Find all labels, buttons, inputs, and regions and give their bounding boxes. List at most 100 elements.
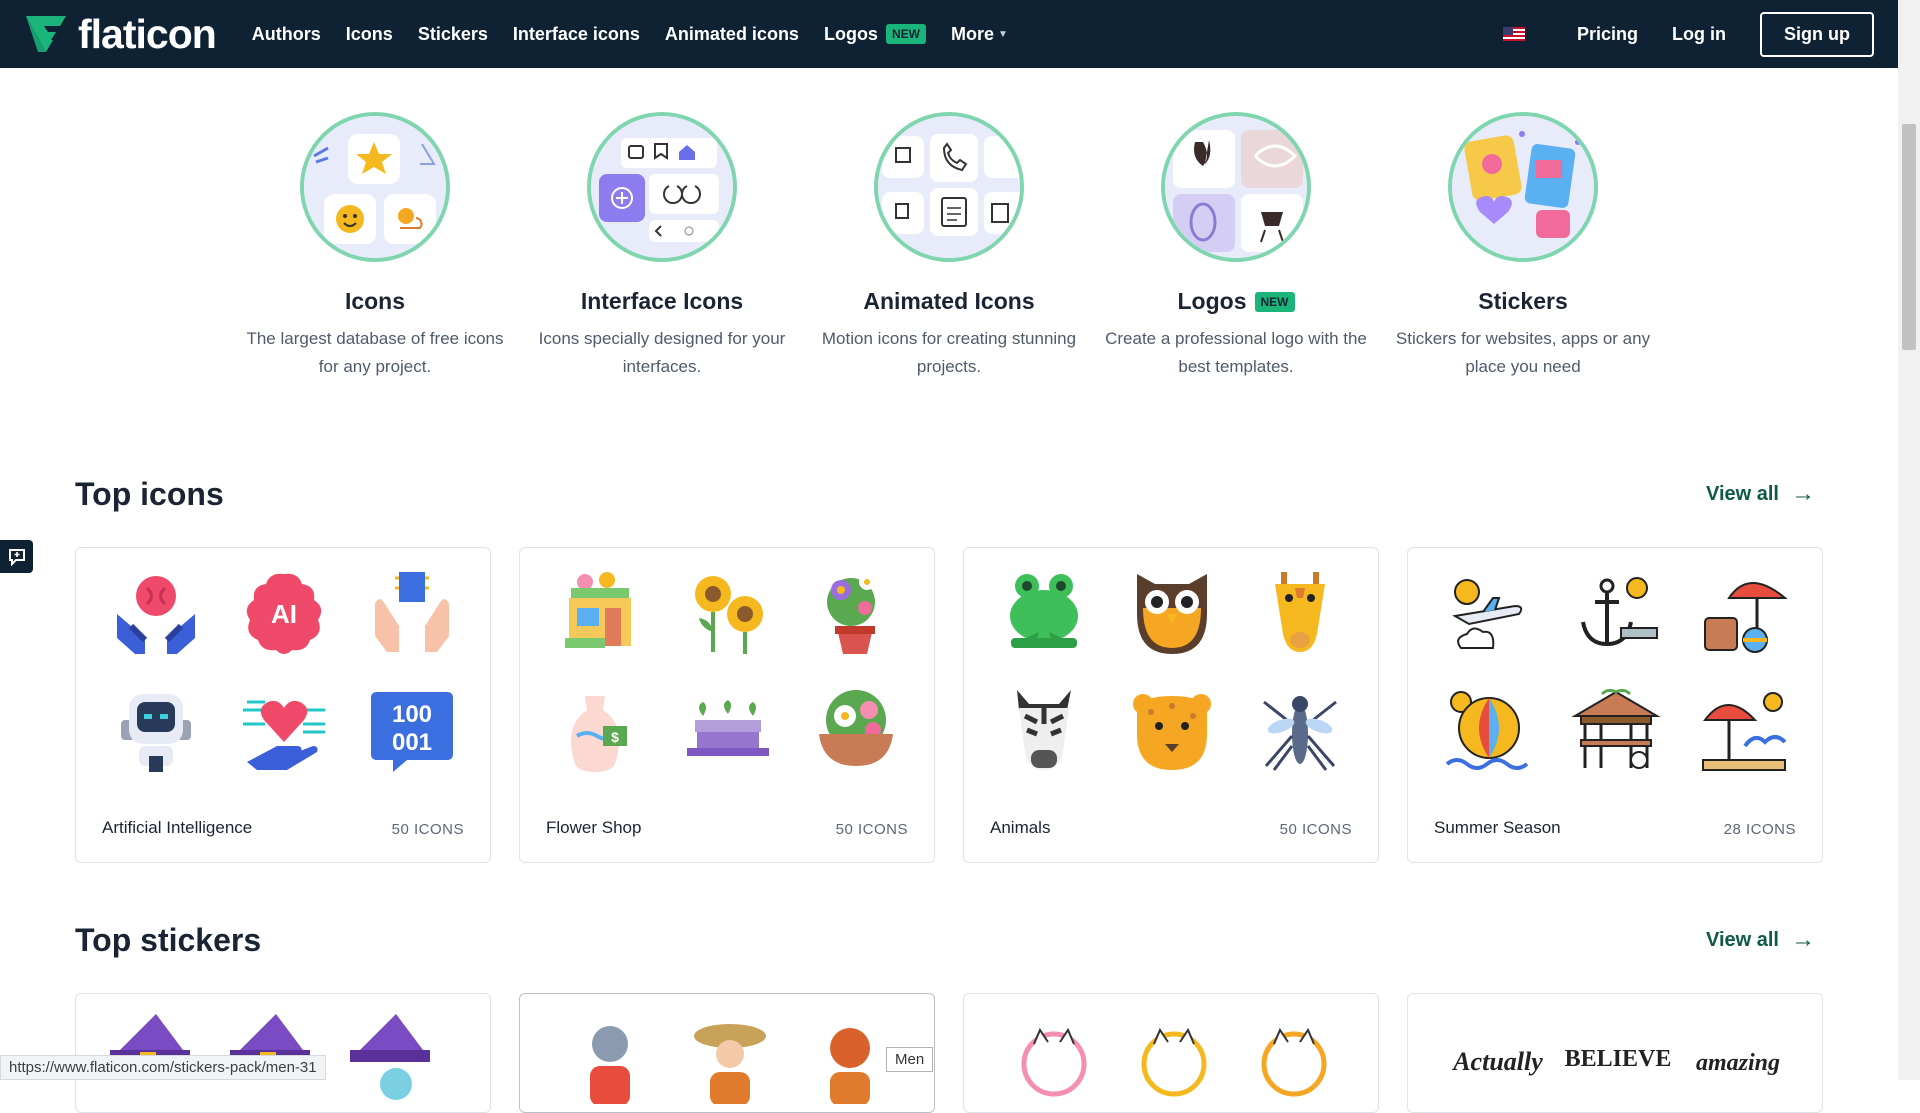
nav-animated-icons[interactable]: Animated icons (665, 24, 799, 45)
signup-button[interactable]: Sign up (1760, 11, 1874, 57)
icon-pack-card-flower-shop[interactable]: $ Flower Shop 50 ICONS (519, 547, 935, 863)
svg-text:100: 100 (392, 701, 432, 728)
chip-hands-icon (362, 568, 462, 658)
svg-text:AI: AI (271, 599, 297, 629)
interface-icons-category-illustration (587, 112, 737, 262)
hover-tooltip: Men (886, 1047, 934, 1072)
new-badge: NEW (885, 24, 926, 44)
sticker-pack-card-cats[interactable] (963, 993, 1379, 1113)
brain-hands-icon (106, 568, 206, 658)
top-icons-heading: Top icons (75, 476, 224, 512)
category-title: Animated Icons (863, 288, 1035, 314)
svg-text:Actually: Actually (1451, 1047, 1543, 1076)
icon-pack-count: 50 ICONS (1279, 821, 1352, 838)
icon-pack-count: 50 ICONS (835, 821, 908, 838)
sticker-pack-card-men[interactable] (519, 993, 935, 1113)
feedback-button[interactable] (0, 540, 33, 573)
mosquito-icon (1250, 686, 1350, 776)
top-stickers-view-all-link[interactable]: View all → (1706, 926, 1815, 954)
icon-pack-name: Flower Shop (546, 818, 642, 837)
page-scrollbar[interactable] (1898, 0, 1920, 1080)
nav-interface-icons[interactable]: Interface icons (513, 24, 640, 45)
icon-pack-card-artificial-intelligence[interactable]: AI 100 001 Artificial Intelligence 50 IC… (75, 547, 491, 863)
frog-icon (994, 568, 1094, 658)
nav-icons[interactable]: Icons (346, 24, 393, 45)
new-badge: NEW (1254, 291, 1295, 312)
flower-basket-icon (806, 686, 906, 776)
anchor-icon (1566, 568, 1666, 658)
icon-pack-preview-grid (1438, 568, 1794, 776)
logos-category-illustration (1161, 112, 1311, 262)
feedback-chat-icon (8, 548, 25, 566)
nav-authors[interactable]: Authors (252, 24, 321, 45)
category-icons[interactable]: Icons The largest database of free icons… (235, 112, 515, 381)
giraffe-icon (1250, 568, 1350, 658)
icon-pack-name: Summer Season (1434, 818, 1561, 837)
seedling-planter-icon (678, 686, 778, 776)
nav-more-label: More (950, 23, 994, 44)
icon-pack-preview-grid: $ (550, 568, 906, 776)
heart-hand-icon (234, 686, 334, 776)
lettering-stickers-preview: Actually BELIEVE amazing (1451, 1046, 1780, 1076)
svg-text:$: $ (611, 729, 619, 745)
flower-vase-icon: $ (550, 686, 650, 776)
nav-logos-label: Logos (823, 23, 878, 44)
top-navigation-bar: flaticon Authors Icons Stickers Interfac… (0, 0, 1898, 68)
animated-icons-category-illustration (874, 112, 1024, 262)
sticker-pack-card-witches[interactable] (75, 993, 491, 1113)
beach-ball-icon (1438, 686, 1538, 776)
category-title: Interface Icons (580, 288, 744, 314)
top-stickers-heading: Top stickers (75, 922, 262, 958)
flower-store-icon (550, 568, 650, 658)
nav-logos[interactable]: Logos NEW (824, 24, 926, 45)
category-interface-icons[interactable]: Interface Icons Icons specially designed… (522, 112, 802, 381)
beach-hut-icon (1566, 686, 1666, 776)
icon-pack-name: Artificial Intelligence (102, 818, 253, 837)
icon-pack-preview-grid (994, 568, 1350, 776)
beach-umbrella-waves-icon (1694, 686, 1794, 776)
airplane-sun-icon (1438, 568, 1538, 658)
us-flag-icon[interactable] (1503, 27, 1525, 41)
svg-text:amazing: amazing (1696, 1050, 1780, 1076)
category-description: The largest database of free icons for a… (246, 329, 504, 376)
nav-stickers[interactable]: Stickers (418, 24, 488, 45)
beach-umbrella-luggage-icon (1694, 568, 1794, 658)
category-description: Icons specially designed for your interf… (538, 329, 786, 376)
leopard-icon (1122, 686, 1222, 776)
owl-icon (1122, 568, 1222, 658)
view-all-label: View all (1705, 482, 1779, 505)
nav-more[interactable]: More ▼ (951, 24, 1008, 45)
category-animated-icons[interactable]: Animated Icons Motion icons for creating… (809, 112, 1089, 381)
flaticon-logo[interactable]: flaticon (24, 10, 217, 58)
icon-pack-preview-grid: AI 100 001 (106, 568, 462, 776)
category-stickers[interactable]: Stickers Stickers for websites, apps or … (1383, 112, 1663, 381)
main-nav: Authors Icons Stickers Interface icons A… (252, 24, 1033, 45)
caret-down-icon: ▼ (997, 28, 1008, 40)
scrollbar-thumb[interactable] (1902, 124, 1916, 350)
pricing-link[interactable]: Pricing (1577, 24, 1638, 45)
category-description: Stickers for websites, apps or any place… (1395, 329, 1651, 376)
zebra-icon (994, 686, 1094, 776)
view-all-label: View all (1705, 928, 1779, 951)
category-logos[interactable]: Logos NEW Create a professional logo wit… (1096, 112, 1376, 381)
icon-pack-card-summer-season[interactable]: Summer Season 28 ICONS (1407, 547, 1823, 863)
svg-text:BELIEVE: BELIEVE (1565, 1046, 1672, 1072)
arrow-right-icon: → (1791, 926, 1815, 953)
category-title-row: Logos NEW (1096, 288, 1376, 315)
sticker-pack-card-lettering[interactable]: Actually BELIEVE amazing (1407, 993, 1823, 1113)
icon-pack-card-animals[interactable]: Animals 50 ICONS (963, 547, 1379, 863)
category-description: Create a professional logo with the best… (1105, 329, 1367, 376)
arrow-right-icon: → (1791, 480, 1815, 507)
icon-pack-name: Animals (990, 818, 1051, 837)
cat-stickers-preview (1021, 1027, 1327, 1097)
login-link[interactable]: Log in (1672, 24, 1726, 45)
account-nav: Pricing Log in Sign up (1503, 0, 1874, 68)
category-title: Logos (1177, 288, 1247, 314)
category-title: Stickers (1478, 288, 1568, 314)
logo-text: flaticon (78, 10, 217, 57)
top-icons-view-all-link[interactable]: View all → (1706, 480, 1815, 508)
svg-text:001: 001 (392, 729, 432, 756)
robot-icon (106, 686, 206, 776)
icon-pack-count: 50 ICONS (391, 821, 464, 838)
flower-pot-icon (806, 568, 906, 658)
